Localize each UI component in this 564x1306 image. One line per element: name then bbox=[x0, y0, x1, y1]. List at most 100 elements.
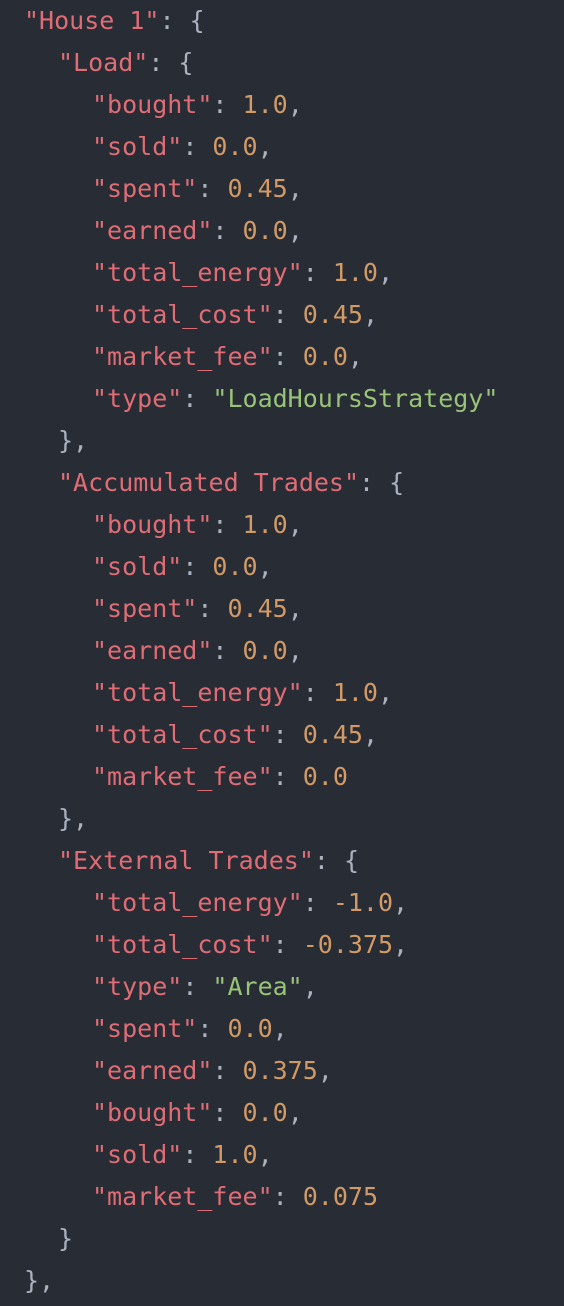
json-punctuation: : bbox=[272, 342, 303, 371]
code-line: "total_cost": 0.45, bbox=[92, 714, 378, 756]
json-key: "Load" bbox=[58, 48, 149, 77]
json-number-value: 0.0 bbox=[302, 762, 348, 791]
json-key: "sold" bbox=[92, 132, 183, 161]
json-number-value: 1.0 bbox=[332, 258, 378, 287]
json-number-value: 0.075 bbox=[302, 1182, 378, 1211]
json-number-value: -1.0 bbox=[332, 888, 394, 917]
json-number-value: 1.0 bbox=[242, 90, 288, 119]
code-line: "sold": 0.0, bbox=[92, 126, 273, 168]
code-line: "market_fee": 0.0 bbox=[92, 756, 348, 798]
json-punctuation: , bbox=[287, 1098, 303, 1127]
code-line: "sold": 1.0, bbox=[92, 1134, 273, 1176]
json-punctuation: : bbox=[212, 90, 243, 119]
code-line: } bbox=[58, 1218, 73, 1260]
json-punctuation: : bbox=[212, 1056, 243, 1085]
json-key: "sold" bbox=[92, 1140, 183, 1169]
code-line: "earned": 0.375, bbox=[92, 1050, 333, 1092]
json-punctuation: : { bbox=[359, 468, 405, 497]
json-punctuation: : { bbox=[159, 6, 205, 35]
json-punctuation: : bbox=[272, 1182, 303, 1211]
json-key: "total_energy" bbox=[92, 888, 303, 917]
code-line: "Load": { bbox=[58, 42, 193, 84]
json-punctuation: , bbox=[287, 174, 303, 203]
json-punctuation: , bbox=[257, 1140, 273, 1169]
json-punctuation: , bbox=[393, 930, 409, 959]
json-number-value: 0.45 bbox=[302, 300, 363, 329]
json-punctuation: : bbox=[302, 888, 333, 917]
json-key: "earned" bbox=[92, 216, 213, 245]
json-key: "House 1" bbox=[24, 6, 160, 35]
json-punctuation: : bbox=[272, 930, 303, 959]
json-punctuation: : { bbox=[148, 48, 194, 77]
json-code-block: "House 1": {"Load": {"bought": 1.0, "sold… bbox=[0, 0, 564, 1306]
json-punctuation: , bbox=[272, 1014, 288, 1043]
json-punctuation: }, bbox=[58, 426, 89, 455]
json-punctuation: : bbox=[182, 972, 213, 1001]
json-number-value: 0.45 bbox=[302, 720, 363, 749]
code-line: "bought": 1.0, bbox=[92, 504, 303, 546]
json-key: "External Trades" bbox=[58, 846, 314, 875]
json-punctuation: : bbox=[302, 678, 333, 707]
json-punctuation: , bbox=[287, 510, 303, 539]
code-line: "earned": 0.0, bbox=[92, 630, 303, 672]
code-line: "total_cost": -0.375, bbox=[92, 924, 408, 966]
json-punctuation: , bbox=[257, 132, 273, 161]
code-line: "market_fee": 0.0, bbox=[92, 336, 363, 378]
code-line: "total_energy": 1.0, bbox=[92, 672, 393, 714]
code-line: "type": "Area", bbox=[92, 966, 318, 1008]
json-punctuation: , bbox=[377, 678, 394, 707]
code-line: "External Trades": { bbox=[58, 840, 359, 882]
code-line: "market_fee": 0.075 bbox=[92, 1176, 378, 1218]
json-punctuation: }, bbox=[24, 1266, 55, 1295]
json-string-value: "Area" bbox=[212, 972, 303, 1001]
json-string-value: "LoadHoursStrategy" bbox=[212, 384, 499, 413]
code-line: "Accumulated Trades": { bbox=[58, 462, 404, 504]
json-punctuation: , bbox=[287, 594, 303, 623]
json-key: "earned" bbox=[92, 636, 213, 665]
json-punctuation: : bbox=[272, 762, 303, 791]
json-punctuation: : bbox=[272, 720, 303, 749]
json-key: "type" bbox=[92, 384, 183, 413]
code-line: "earned": 0.0, bbox=[92, 210, 303, 252]
json-punctuation: } bbox=[58, 1224, 74, 1253]
json-key: "total_cost" bbox=[92, 930, 273, 959]
json-number-value: 0.0 bbox=[212, 552, 258, 581]
json-key: "market_fee" bbox=[92, 762, 273, 791]
json-number-value: 0.0 bbox=[212, 132, 258, 161]
json-number-value: 0.375 bbox=[242, 1056, 318, 1085]
json-punctuation: : bbox=[197, 594, 228, 623]
json-punctuation: : bbox=[212, 510, 243, 539]
code-line: "bought": 1.0, bbox=[92, 84, 303, 126]
json-key: "sold" bbox=[92, 552, 183, 581]
json-number-value: 0.0 bbox=[227, 1014, 273, 1043]
json-key: "spent" bbox=[92, 174, 198, 203]
json-punctuation: : bbox=[197, 174, 228, 203]
json-number-value: 0.0 bbox=[302, 342, 348, 371]
json-key: "earned" bbox=[92, 1056, 213, 1085]
code-line: "total_cost": 0.45, bbox=[92, 294, 378, 336]
json-key: "market_fee" bbox=[92, 1182, 273, 1211]
json-punctuation: , bbox=[287, 636, 303, 665]
json-punctuation: , bbox=[347, 342, 363, 371]
json-punctuation: : bbox=[182, 384, 213, 413]
code-line: }, bbox=[24, 1260, 54, 1302]
json-number-value: 0.45 bbox=[227, 174, 288, 203]
code-line: "sold": 0.0, bbox=[92, 546, 273, 588]
json-punctuation: , bbox=[287, 90, 303, 119]
json-punctuation: : { bbox=[313, 846, 360, 875]
json-key: "total_cost" bbox=[92, 300, 273, 329]
json-punctuation: : bbox=[302, 258, 333, 287]
json-number-value: 0.0 bbox=[242, 636, 288, 665]
json-key: "type" bbox=[92, 972, 183, 1001]
json-number-value: 1.0 bbox=[242, 510, 288, 539]
json-number-value: 1.0 bbox=[212, 1140, 258, 1169]
json-number-value: -0.375 bbox=[302, 930, 394, 959]
json-punctuation: , bbox=[317, 1056, 333, 1085]
json-key: "spent" bbox=[92, 1014, 198, 1043]
json-punctuation: : bbox=[212, 636, 243, 665]
json-number-value: 0.45 bbox=[227, 594, 288, 623]
json-key: "bought" bbox=[92, 510, 213, 539]
json-key: "Accumulated Trades" bbox=[58, 468, 360, 497]
code-line: "total_energy": 1.0, bbox=[92, 252, 393, 294]
code-line: "spent": 0.0, bbox=[92, 1008, 288, 1050]
